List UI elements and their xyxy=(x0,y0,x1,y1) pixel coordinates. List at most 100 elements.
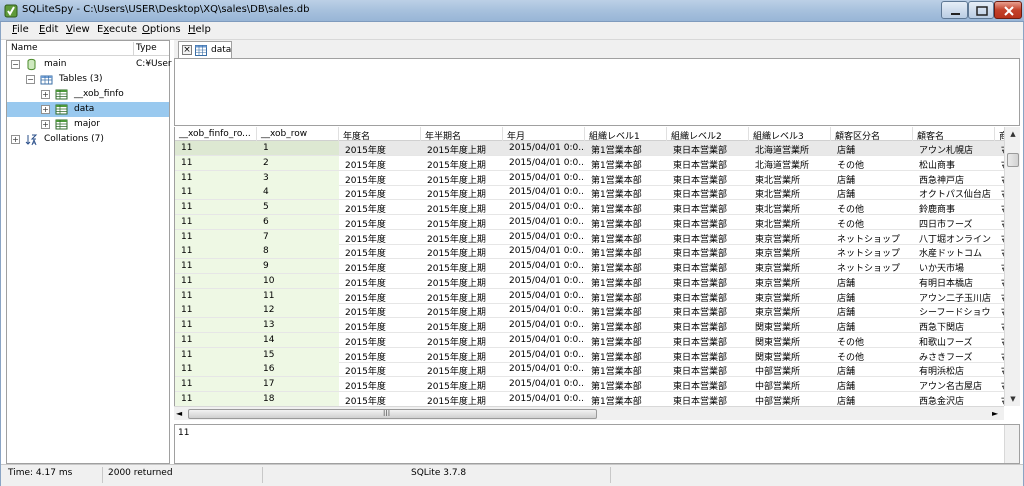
table-cell[interactable]: 第1営業本部 xyxy=(585,303,667,317)
table-cell[interactable]: 中部営業所 xyxy=(749,362,831,376)
table-cell[interactable]: 12 xyxy=(257,303,339,318)
table-cell[interactable]: 東日本営業部 xyxy=(667,200,749,214)
table-cell[interactable]: 11 xyxy=(175,377,257,391)
table-row[interactable]: 11 2 2015年度 2015年度上期 2015/04/01 0:0... 第1営業本部… xyxy=(175,155,1004,171)
horizontal-scroll-thumb[interactable]: III xyxy=(188,409,597,419)
table-cell[interactable]: 11 xyxy=(175,273,257,288)
minimize-button[interactable] xyxy=(941,1,968,19)
table-cell[interactable]: 第1営業本部 xyxy=(585,362,667,376)
table-cell[interactable]: ﾏ xyxy=(995,259,1004,273)
column-header[interactable]: __xob_finfo_ro... xyxy=(175,127,257,141)
table-cell[interactable]: 東日本営業部 xyxy=(667,141,749,155)
table-cell[interactable]: ﾏ xyxy=(995,200,1004,214)
table-cell[interactable]: 東日本営業部 xyxy=(667,289,749,303)
tree-item-xob-finfo[interactable]: + __xob_finfo xyxy=(7,87,169,102)
table-cell[interactable]: 2015年度上期 xyxy=(421,156,503,170)
table-cell[interactable]: 2015/04/01 0:0... xyxy=(503,289,585,303)
column-header[interactable]: 年半期名 xyxy=(421,127,503,141)
table-cell[interactable]: 2015/04/01 0:0... xyxy=(503,141,585,155)
table-cell[interactable]: ﾏ xyxy=(995,377,1004,391)
table-cell[interactable]: 東京営業所 xyxy=(749,259,831,273)
table-cell[interactable]: 2015年度上期 xyxy=(421,244,503,258)
table-cell[interactable]: ネットショップ xyxy=(831,244,913,258)
table-cell[interactable]: その他 xyxy=(831,348,913,362)
table-cell[interactable]: 2015年度 xyxy=(339,244,421,258)
scroll-right-icon[interactable]: ► xyxy=(992,407,998,421)
menu-execute[interactable]: Execute xyxy=(97,24,137,35)
table-cell[interactable]: ﾏ xyxy=(995,318,1004,332)
column-header[interactable]: 商品 xyxy=(995,127,1004,141)
table-cell[interactable]: 11 xyxy=(175,303,257,318)
table-cell[interactable]: 2015年度 xyxy=(339,259,421,273)
table-cell[interactable]: 3 xyxy=(257,170,339,185)
table-cell[interactable]: 東日本営業部 xyxy=(667,318,749,332)
tree-header-type[interactable]: Type xyxy=(136,43,157,53)
table-cell[interactable]: 2015/04/01 0:0... xyxy=(503,185,585,199)
column-header[interactable]: 年度名 xyxy=(339,127,421,141)
table-cell[interactable]: 第1営業本部 xyxy=(585,156,667,170)
table-cell[interactable]: 1 xyxy=(257,141,339,155)
table-cell[interactable]: 2015/04/01 0:0... xyxy=(503,215,585,229)
table-cell[interactable]: 9 xyxy=(257,259,339,273)
table-row[interactable]: 11 18 2015年度 2015年度上期 2015/04/01 0:0... 第1営業本… xyxy=(175,391,1004,406)
table-cell[interactable]: 7 xyxy=(257,229,339,244)
table-cell[interactable]: 2015年度上期 xyxy=(421,141,503,155)
table-row[interactable]: 11 5 2015年度 2015年度上期 2015/04/01 0:0... 第1営業本部… xyxy=(175,200,1004,215)
table-cell[interactable]: 2015年度上期 xyxy=(421,215,503,229)
tab-close-icon[interactable]: × xyxy=(182,45,192,55)
collapse-icon[interactable]: − xyxy=(11,60,20,69)
table-cell[interactable]: 2015年度 xyxy=(339,289,421,303)
table-row[interactable]: 11 14 2015年度 2015年度上期 2015/04/01 0:0... 第1営業本… xyxy=(175,332,1004,348)
vertical-scroll-thumb[interactable] xyxy=(1007,153,1019,167)
table-cell[interactable]: 2015年度上期 xyxy=(421,274,503,288)
table-cell[interactable]: 5 xyxy=(257,200,339,214)
table-cell[interactable]: 店舗 xyxy=(831,171,913,185)
table-cell[interactable]: 2015年度 xyxy=(339,274,421,288)
menu-options[interactable]: Options xyxy=(142,24,181,35)
table-cell[interactable]: 西急金沢店 xyxy=(913,392,995,406)
table-row[interactable]: 11 17 2015年度 2015年度上期 2015/04/01 0:0... 第1営業本… xyxy=(175,377,1004,392)
table-cell[interactable]: ﾏ xyxy=(995,141,1004,155)
table-cell[interactable]: 2015年度上期 xyxy=(421,377,503,391)
table-cell[interactable]: 店舗 xyxy=(831,377,913,391)
table-cell[interactable]: 中部営業所 xyxy=(749,377,831,391)
table-cell[interactable]: みさきフーズ xyxy=(913,348,995,362)
column-header[interactable]: 組織レベル2 xyxy=(667,127,749,141)
table-cell[interactable]: 関東営業所 xyxy=(749,348,831,362)
table-cell[interactable]: 第1営業本部 xyxy=(585,318,667,332)
table-cell[interactable]: 店舗 xyxy=(831,274,913,288)
table-cell[interactable]: 11 xyxy=(175,244,257,259)
table-cell[interactable]: 11 xyxy=(175,391,257,406)
table-cell[interactable]: 2015/04/01 0:0... xyxy=(503,156,585,170)
table-cell[interactable]: 2015/04/01 0:0... xyxy=(503,333,585,347)
table-cell[interactable]: 2015年度 xyxy=(339,156,421,170)
table-cell[interactable]: 東日本営業部 xyxy=(667,215,749,229)
table-cell[interactable]: 東北営業所 xyxy=(749,215,831,229)
table-cell[interactable]: 第1営業本部 xyxy=(585,392,667,406)
table-cell[interactable]: その他 xyxy=(831,215,913,229)
collapse-icon[interactable]: − xyxy=(26,75,35,84)
table-row[interactable]: 11 8 2015年度 2015年度上期 2015/04/01 0:0... 第1営業本部… xyxy=(175,244,1004,260)
table-cell[interactable]: ﾏ xyxy=(995,289,1004,303)
table-cell[interactable]: 東日本営業部 xyxy=(667,259,749,273)
table-cell[interactable]: 関東営業所 xyxy=(749,333,831,347)
tree-header-name[interactable]: Name xyxy=(11,43,38,53)
table-cell[interactable]: 東日本営業部 xyxy=(667,362,749,376)
table-cell[interactable]: ネットショップ xyxy=(831,259,913,273)
table-cell[interactable]: 第1営業本部 xyxy=(585,185,667,199)
column-header[interactable]: 顧客区分名 xyxy=(831,127,913,141)
table-cell[interactable]: ﾏ xyxy=(995,171,1004,185)
table-cell[interactable]: 4 xyxy=(257,185,339,200)
table-cell[interactable]: 2015年度上期 xyxy=(421,171,503,185)
table-cell[interactable]: 店舗 xyxy=(831,141,913,155)
table-row[interactable]: 11 6 2015年度 2015年度上期 2015/04/01 0:0... 第1営業本部… xyxy=(175,214,1004,230)
table-cell[interactable]: 東北営業所 xyxy=(749,200,831,214)
table-cell[interactable]: 関東営業所 xyxy=(749,318,831,332)
table-row[interactable]: 11 16 2015年度 2015年度上期 2015/04/01 0:0... 第1営業本… xyxy=(175,362,1004,378)
table-cell[interactable]: 14 xyxy=(257,332,339,347)
scroll-up-icon[interactable]: ▲ xyxy=(1005,127,1021,141)
table-cell[interactable]: ﾏ xyxy=(995,392,1004,406)
menu-help[interactable]: Help xyxy=(188,24,211,35)
table-cell[interactable]: 2015/04/01 0:0... xyxy=(503,244,585,258)
table-cell[interactable]: 第1営業本部 xyxy=(585,200,667,214)
